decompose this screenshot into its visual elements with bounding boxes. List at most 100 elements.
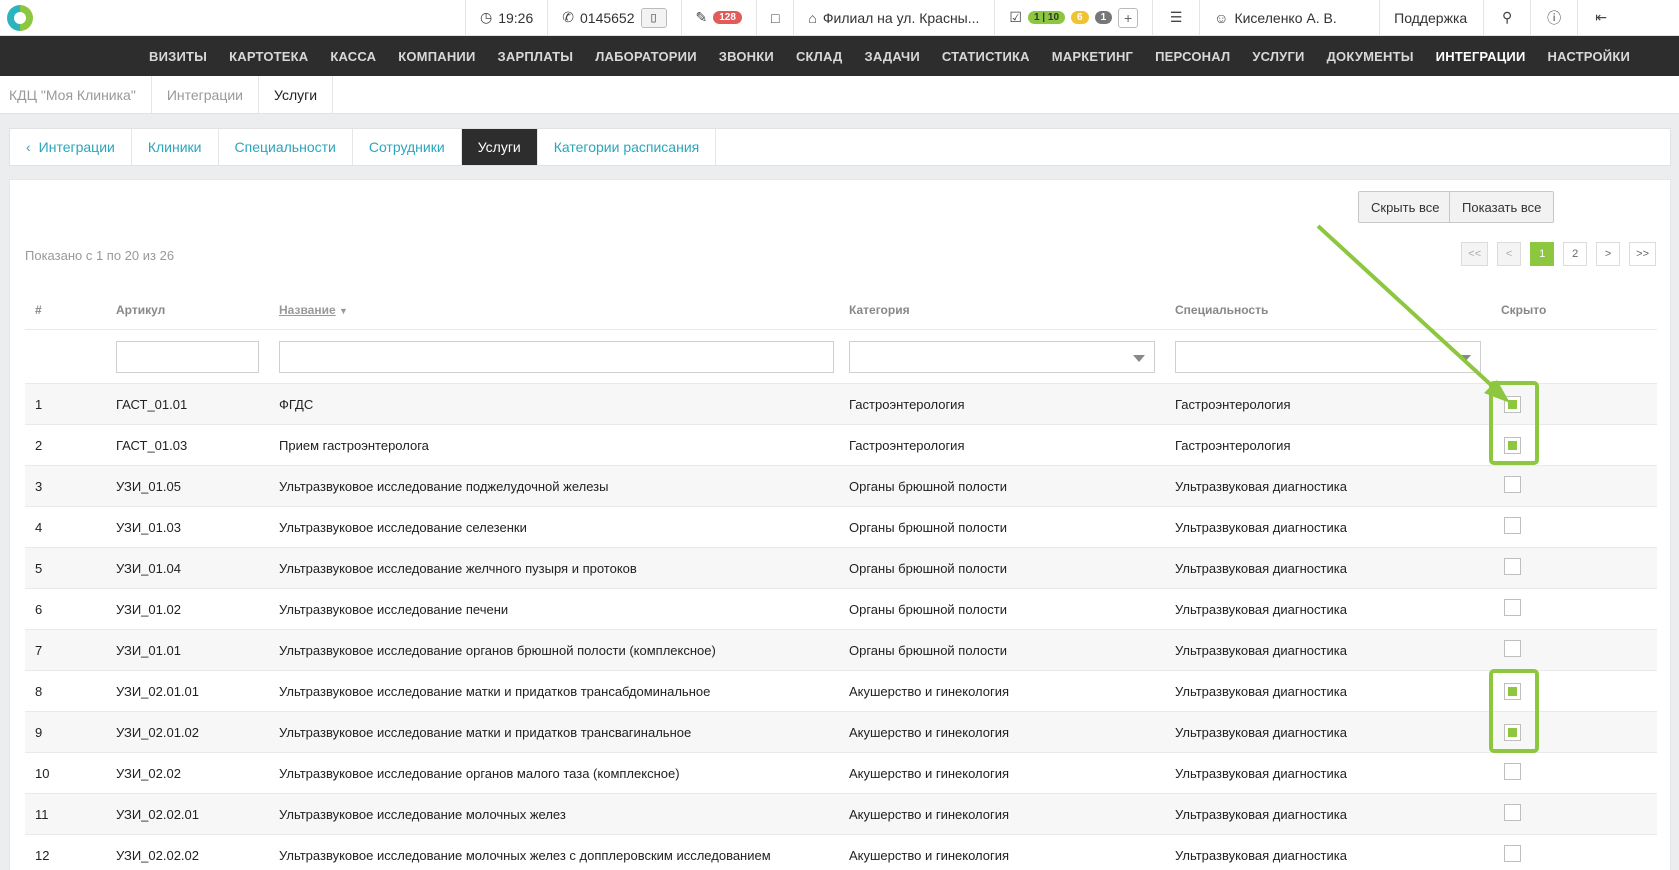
nav-item-12[interactable]: УСЛУГИ <box>1241 49 1315 64</box>
code-filter-input[interactable] <box>116 340 259 373</box>
table-row: 3 УЗИ_01.05 Ультразвуковое исследование по… <box>25 466 1657 507</box>
nav-item-8[interactable]: ЗАДАЧИ <box>854 49 931 64</box>
list-button[interactable]: ☰ <box>1152 0 1199 35</box>
nav-item-1[interactable]: КАРТОТЕКА <box>218 49 319 64</box>
row-code: УЗИ_01.02 <box>116 601 181 617</box>
specialty-filter-select[interactable] <box>1175 340 1481 373</box>
col-specialty[interactable]: Специальность <box>1165 303 1491 317</box>
row-number: 11 <box>35 806 49 822</box>
pager-button-5[interactable]: >> <box>1629 242 1656 266</box>
help-button[interactable]: ⓘ <box>1530 0 1577 35</box>
tab-schedule-categories[interactable]: Категории расписания <box>538 129 717 165</box>
tab-integrations[interactable]: ‹ Интеграции <box>10 129 132 165</box>
nav-item-6[interactable]: ЗВОНКИ <box>708 49 785 64</box>
hidden-checkbox[interactable] <box>1504 804 1521 821</box>
hidden-checkbox[interactable] <box>1504 845 1521 862</box>
tasks-badge-gray: 1 <box>1094 11 1113 24</box>
show-all-button[interactable]: Показать все <box>1449 191 1555 223</box>
row-name: Ультразвуковое исследование молочных жел… <box>279 847 771 863</box>
pager-button-3[interactable]: 2 <box>1563 242 1588 266</box>
user-name: Киселенко А. В. <box>1234 9 1337 26</box>
nav-item-2[interactable]: КАССА <box>319 49 387 64</box>
hidden-checkbox[interactable] <box>1504 723 1521 741</box>
home-icon: ⌂ <box>808 9 817 26</box>
notes[interactable]: □ <box>755 0 793 35</box>
branch-selector[interactable]: ⌂ Филиал на ул. Красны... <box>793 0 994 35</box>
hidden-checkbox[interactable] <box>1504 599 1521 616</box>
row-code: УЗИ_01.03 <box>116 519 181 535</box>
nav-item-4[interactable]: ЗАРПЛАТЫ <box>487 49 585 64</box>
row-specialty: Ультразвуковая диагностика <box>1175 847 1347 863</box>
pagination: << <1 2 > >> <box>1461 242 1656 266</box>
nav-item-10[interactable]: МАРКЕТИНГ <box>1041 49 1144 64</box>
row-category: Акушерство и гинекология <box>849 806 1010 822</box>
mobile-icon[interactable]: ▯ <box>640 7 667 28</box>
category-filter-select[interactable] <box>849 340 1155 373</box>
row-number: 6 <box>35 601 43 617</box>
tab-specialties[interactable]: Специальности <box>219 129 353 165</box>
nav-item-0[interactable]: ВИЗИТЫ <box>138 49 218 64</box>
table-row: 4 УЗИ_01.03 Ультразвуковое исследование се… <box>25 507 1657 548</box>
pager-button-1[interactable]: < <box>1497 242 1522 266</box>
col-name-label[interactable]: Название <box>279 303 336 317</box>
col-category[interactable]: Категория <box>839 303 1165 317</box>
row-specialty: Ультразвуковая диагностика <box>1175 519 1347 535</box>
services-table: # Артикул Название ▼ Категория Специальн… <box>25 290 1657 870</box>
row-name: Ультразвуковое исследование желчного пуз… <box>279 560 637 576</box>
col-number: # <box>35 302 42 317</box>
messages[interactable]: ✎ 128 <box>680 0 756 35</box>
tab-employees[interactable]: Сотрудники <box>353 129 462 165</box>
nav-item-13[interactable]: ДОКУМЕНТЫ <box>1316 49 1425 64</box>
branch-name: Филиал на ул. Красны... <box>822 9 980 26</box>
table-row: 2 ГАСТ_01.03 Прием гастроэнтеролога Гастроэ… <box>25 425 1657 466</box>
row-code: УЗИ_01.05 <box>116 478 181 494</box>
hidden-checkbox[interactable] <box>1504 640 1521 657</box>
main-nav: ВИЗИТЫ КАРТОТЕКА КАССА КОМПАНИИ ЗАРПЛАТЫ ЛАБО… <box>0 36 1679 76</box>
row-code: УЗИ_02.02.02 <box>116 847 200 863</box>
row-number: 7 <box>35 642 43 658</box>
support-link[interactable]: Поддержка <box>1379 0 1483 35</box>
nav-item-14[interactable]: ИНТЕГРАЦИИ <box>1425 49 1537 64</box>
row-code: ГАСТ_01.03 <box>116 437 188 453</box>
hidden-checkbox[interactable] <box>1504 558 1521 575</box>
pager-button-2[interactable]: 1 <box>1530 242 1555 266</box>
nav-item-7[interactable]: СКЛАД <box>785 49 854 64</box>
logout-button[interactable]: ⇤ <box>1577 0 1624 35</box>
hidden-checkbox[interactable] <box>1504 395 1521 413</box>
tab-services[interactable]: Услуги <box>461 129 538 165</box>
nav-item-15[interactable]: НАСТРОЙКИ <box>1537 49 1642 64</box>
pager-button-0[interactable]: << <box>1461 242 1489 266</box>
tab-label: Интеграции <box>38 139 115 155</box>
nav-item-11[interactable]: ПЕРСОНАЛ <box>1144 49 1241 64</box>
tasks-badge-yellow: 6 <box>1071 11 1089 24</box>
row-specialty: Ультразвуковая диагностика <box>1175 642 1347 658</box>
add-task-icon[interactable]: + <box>1118 7 1139 28</box>
col-name[interactable]: Название ▼ <box>269 303 839 317</box>
nav-item-3[interactable]: КОМПАНИИ <box>387 49 486 64</box>
hidden-checkbox[interactable] <box>1504 763 1521 780</box>
app-logo[interactable] <box>0 0 40 35</box>
breadcrumb-integrations[interactable]: Интеграции <box>152 76 260 113</box>
col-hidden[interactable]: Скрыто <box>1491 303 1657 317</box>
row-name: Ультразвуковое исследование матки и прид… <box>279 724 692 740</box>
row-specialty: Ультразвуковая диагностика <box>1175 601 1347 617</box>
name-filter-input[interactable] <box>279 340 834 373</box>
phone-widget[interactable]: ✆ 0145652 ▯ <box>547 0 680 35</box>
hide-all-button[interactable]: Скрыть все <box>1358 191 1453 223</box>
nav-item-9[interactable]: СТАТИСТИКА <box>931 49 1041 64</box>
breadcrumb-clinic[interactable]: КДЦ "Моя Клиника" <box>0 76 152 113</box>
search-button[interactable]: ⚲ <box>1483 0 1530 35</box>
messages-badge: 128 <box>713 11 742 24</box>
hidden-checkbox[interactable] <box>1504 436 1521 454</box>
pager-button-4[interactable]: > <box>1596 242 1621 266</box>
nav-item-5[interactable]: ЛАБОРАТОРИИ <box>584 49 708 64</box>
col-code[interactable]: Артикул <box>106 303 269 317</box>
hidden-checkbox[interactable] <box>1504 476 1521 493</box>
user-menu[interactable]: ☺ Киселенко А. В. <box>1199 0 1379 35</box>
row-specialty: Ультразвуковая диагностика <box>1175 724 1347 740</box>
row-category: Органы брюшной полости <box>849 642 1007 658</box>
tab-clinics[interactable]: Клиники <box>132 129 219 165</box>
hidden-checkbox[interactable] <box>1504 517 1521 534</box>
tasks[interactable]: ☑ 1 | 10 6 1 + <box>994 0 1152 35</box>
hidden-checkbox[interactable] <box>1504 682 1521 700</box>
